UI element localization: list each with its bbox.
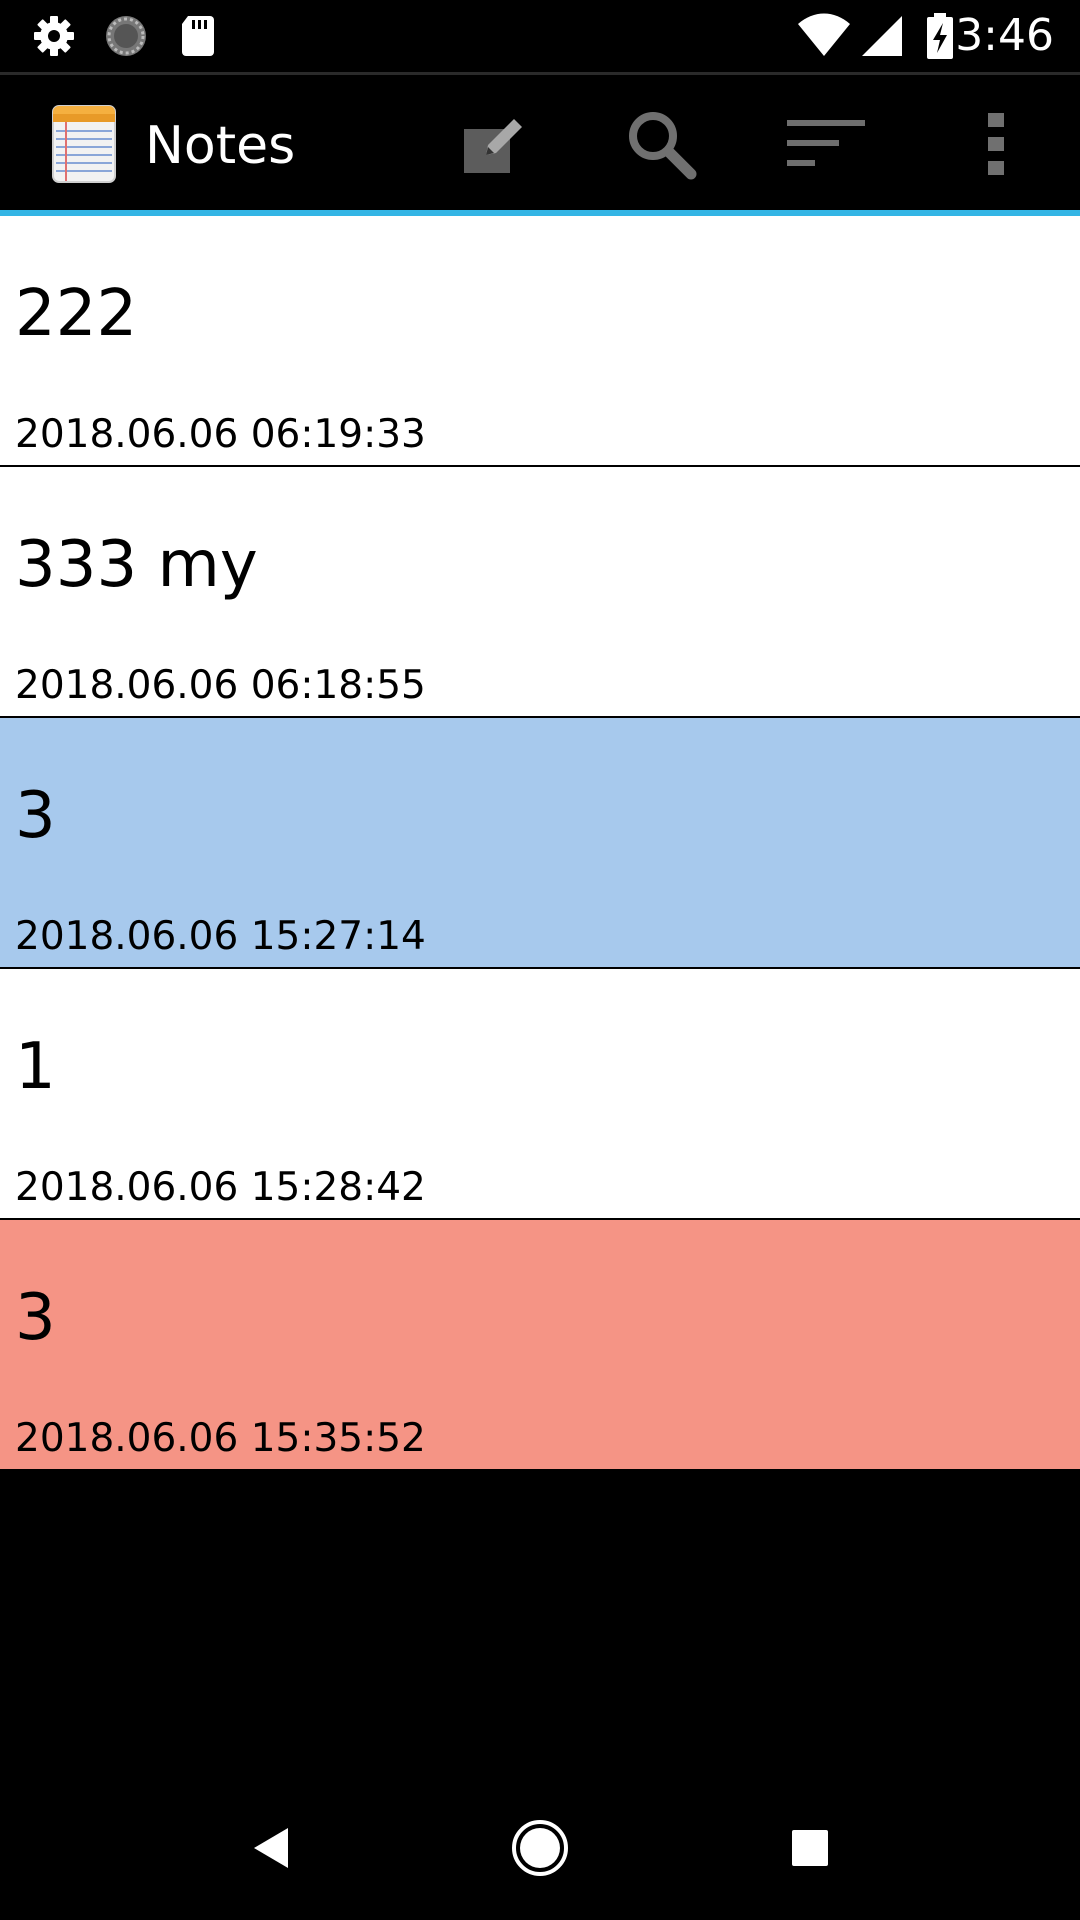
note-title: 333 my <box>15 528 258 602</box>
note-date: 2018.06.06 15:27:14 <box>15 914 426 959</box>
note-title: 3 <box>15 779 56 853</box>
recents-icon <box>790 1828 830 1868</box>
back-icon <box>250 1826 290 1870</box>
action-bar: Notes <box>0 75 1080 210</box>
back-button[interactable] <box>220 1798 320 1898</box>
sync-icon <box>102 12 150 60</box>
note-item[interactable]: 3 2018.06.06 15:27:14 <box>0 718 1080 969</box>
note-date: 2018.06.06 06:19:33 <box>15 412 426 457</box>
note-date: 2018.06.06 15:28:42 <box>15 1165 426 1210</box>
note-date: 2018.06.06 06:18:55 <box>15 663 426 708</box>
note-title: 3 <box>15 1281 56 1355</box>
note-item[interactable]: 222 2018.06.06 06:19:33 <box>0 216 1080 467</box>
overflow-menu-icon <box>986 113 1006 175</box>
settings-icon <box>30 12 78 60</box>
note-title: 1 <box>15 1030 56 1104</box>
sort-button[interactable] <box>782 99 872 189</box>
search-icon <box>623 106 699 182</box>
app-title: Notes <box>145 116 296 176</box>
note-item[interactable]: 1 2018.06.06 15:28:42 <box>0 969 1080 1220</box>
note-item[interactable]: 333 my 2018.06.06 06:18:55 <box>0 467 1080 718</box>
new-note-button[interactable] <box>446 99 536 189</box>
overflow-menu-button[interactable] <box>951 99 1041 189</box>
status-time: 3:46 <box>955 10 1054 61</box>
note-date: 2018.06.06 15:35:52 <box>15 1416 426 1461</box>
home-button[interactable] <box>490 1798 590 1898</box>
note-item[interactable]: 3 2018.06.06 15:35:52 <box>0 1220 1080 1471</box>
sd-card-icon <box>174 12 222 60</box>
navigation-bar <box>0 1776 1080 1920</box>
signal-icon <box>858 12 906 60</box>
status-bar: 3:46 <box>0 0 1080 72</box>
sort-icon <box>787 118 867 170</box>
new-note-icon <box>458 111 524 177</box>
home-icon <box>511 1819 569 1877</box>
notepad-icon[interactable] <box>52 105 116 183</box>
recents-button[interactable] <box>760 1798 860 1898</box>
notes-list: 222 2018.06.06 06:19:33 333 my 2018.06.0… <box>0 216 1080 1471</box>
note-title: 222 <box>15 277 138 351</box>
search-button[interactable] <box>616 99 706 189</box>
wifi-icon <box>796 12 852 60</box>
